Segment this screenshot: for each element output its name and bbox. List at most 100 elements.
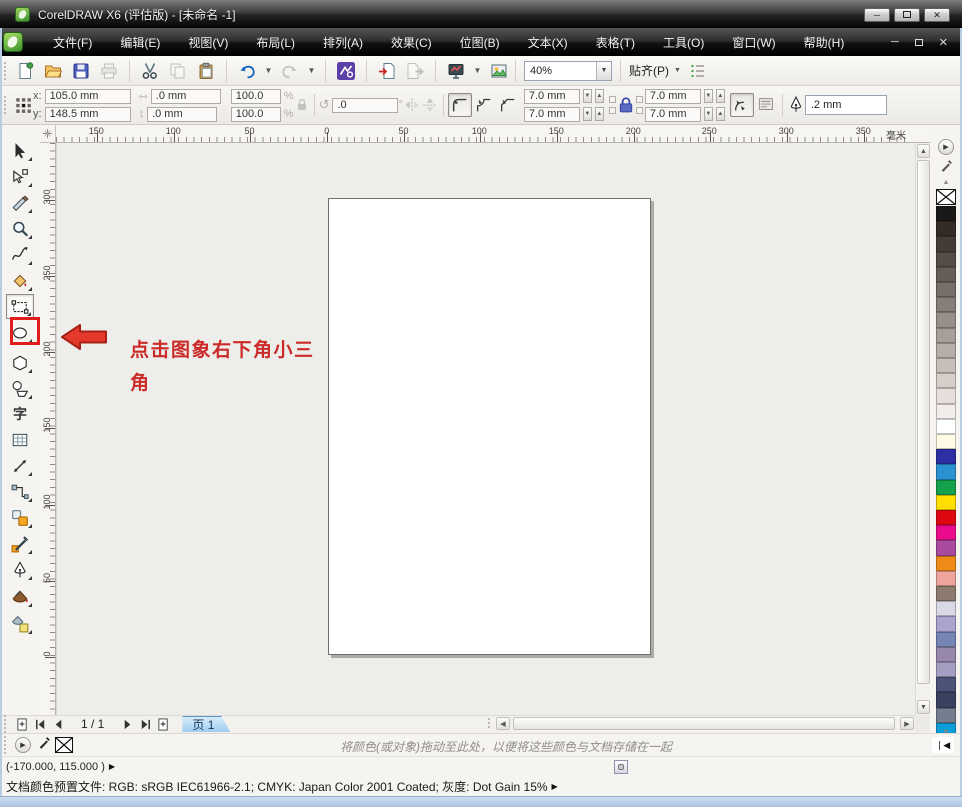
basic-shapes-tool[interactable] (6, 376, 34, 401)
polygon-tool[interactable] (6, 350, 34, 375)
mdi-minimize-icon[interactable]: ─ (891, 36, 899, 48)
redo-button-dropdown-icon[interactable]: ▼ (306, 60, 317, 82)
color-swatch[interactable] (936, 708, 956, 723)
color-swatch[interactable] (936, 556, 956, 571)
mdi-close-icon[interactable]: ✕ (939, 36, 948, 49)
application-launcher-button[interactable] (444, 59, 468, 83)
ruler-origin[interactable] (40, 125, 56, 143)
x-position-field[interactable]: 105.0 mm (45, 89, 131, 104)
horizontal-ruler[interactable]: 毫米 15010050050100150200250300350 (56, 125, 930, 143)
menu-item-2[interactable]: 编辑(E) (106, 29, 174, 56)
scale-x-field[interactable]: 100.0 (231, 89, 281, 104)
pagenav-splitter[interactable] (487, 717, 492, 730)
blend-tool[interactable] (6, 505, 34, 530)
color-swatch[interactable] (936, 267, 956, 282)
import-button[interactable] (375, 59, 399, 83)
color-swatch[interactable] (936, 312, 956, 327)
menu-item-5[interactable]: 排列(A) (309, 29, 377, 56)
scroll-right-icon[interactable]: ▶ (900, 717, 914, 730)
color-swatch[interactable] (936, 540, 956, 555)
freehand-tool[interactable] (6, 242, 34, 267)
drawing-canvas[interactable] (56, 143, 915, 715)
color-swatch[interactable] (936, 206, 956, 221)
color-swatch[interactable] (936, 662, 956, 677)
color-swatch[interactable] (936, 616, 956, 631)
color-swatch[interactable] (936, 358, 956, 373)
options-button[interactable] (685, 59, 709, 83)
docpal-flyout-button[interactable]: ▶ (15, 737, 31, 753)
vertical-scrollbar[interactable]: ▲ ▼ (915, 143, 930, 715)
color-swatch[interactable] (936, 236, 956, 251)
export-button[interactable] (403, 59, 427, 83)
pick-tool[interactable] (6, 138, 34, 163)
page-tab[interactable]: 页 1 (182, 716, 230, 732)
table-tool[interactable] (6, 427, 34, 452)
spin-down-icon[interactable]: ▼ (704, 107, 713, 121)
color-eyedropper-tool[interactable] (6, 531, 34, 556)
color-swatch[interactable] (936, 343, 956, 358)
zoom-tool[interactable] (6, 216, 34, 241)
color-swatch[interactable] (936, 601, 956, 616)
scalloped-corner-button[interactable] (472, 93, 496, 117)
object-height-field[interactable]: .0 mm (147, 107, 217, 122)
color-swatch[interactable] (936, 221, 956, 236)
color-swatch[interactable] (936, 297, 956, 312)
corner-radius-tl-field[interactable]: 7.0 mm (524, 89, 580, 104)
zoom-level-combo[interactable]: 40% ▼ (524, 61, 612, 81)
crop-tool[interactable] (6, 190, 34, 215)
outline-pen-tool[interactable] (6, 557, 34, 582)
color-swatch[interactable] (936, 510, 956, 525)
scroll-down-icon[interactable]: ▼ (917, 700, 930, 714)
object-width-field[interactable]: .0 mm (151, 89, 221, 104)
undo-button[interactable] (235, 59, 259, 83)
docpal-scroll-left-button[interactable]: ❘◀ (932, 737, 954, 753)
corner-radius-bl-field[interactable]: 7.0 mm (524, 107, 580, 122)
scale-y-field[interactable]: 100.0 (231, 107, 281, 122)
lock-ratio-icon[interactable] (294, 93, 310, 117)
chevron-down-icon[interactable]: ▼ (596, 62, 611, 80)
spin-down-icon[interactable]: ▼ (704, 89, 713, 103)
color-swatch[interactable] (936, 692, 956, 707)
add-page-after-button[interactable] (154, 717, 172, 732)
redo-button[interactable] (278, 59, 302, 83)
next-page-button[interactable] (118, 717, 136, 732)
copy-button[interactable] (166, 59, 190, 83)
menu-item-12[interactable]: 帮助(H) (790, 29, 859, 56)
spin-down-icon[interactable]: ▼ (583, 89, 592, 103)
menu-item-4[interactable]: 布局(L) (242, 29, 309, 56)
shape-tool[interactable] (6, 164, 34, 189)
spin-up-icon[interactable]: ▲ (595, 89, 604, 103)
menu-item-8[interactable]: 文本(X) (514, 29, 582, 56)
menu-item-10[interactable]: 工具(O) (649, 29, 718, 56)
snap-dropdown[interactable]: 贴齐(P) ▼ (629, 62, 681, 79)
fill-tool[interactable] (6, 584, 34, 609)
color-swatch[interactable] (936, 525, 956, 540)
search-content-button[interactable] (334, 59, 358, 83)
no-color-swatch[interactable] (936, 189, 956, 205)
rectangle-tool[interactable] (6, 294, 34, 319)
color-swatch[interactable] (936, 632, 956, 647)
color-swatch[interactable] (936, 647, 956, 662)
mirror-vertical-button[interactable] (421, 93, 439, 117)
color-swatch[interactable] (936, 677, 956, 692)
spin-up-icon[interactable]: ▲ (716, 107, 725, 121)
text-tool[interactable]: 字 (6, 401, 34, 426)
propbar-grip[interactable] (3, 95, 8, 115)
parallel-dimension-tool[interactable] (6, 453, 34, 478)
restore-button[interactable] (894, 8, 920, 22)
scroll-left-icon[interactable]: ◀ (496, 717, 510, 730)
docpal-no-color-swatch[interactable] (55, 737, 73, 753)
color-swatch[interactable] (936, 495, 956, 510)
interactive-fill-tool[interactable] (6, 611, 34, 636)
outline-width-combo[interactable]: .2 mm (805, 95, 887, 115)
color-swatch[interactable] (936, 404, 956, 419)
color-swatch[interactable] (936, 388, 956, 403)
palette-flyout-button[interactable]: ▶ (938, 139, 954, 155)
first-page-button[interactable] (31, 717, 49, 732)
docpal-eyedropper-icon[interactable] (37, 736, 51, 755)
paste-button[interactable] (194, 59, 218, 83)
menu-item-3[interactable]: 视图(V) (174, 29, 242, 56)
edit-corners-lock-icon[interactable] (616, 93, 636, 117)
cut-button[interactable] (138, 59, 162, 83)
status-object-icon[interactable] (614, 760, 628, 774)
